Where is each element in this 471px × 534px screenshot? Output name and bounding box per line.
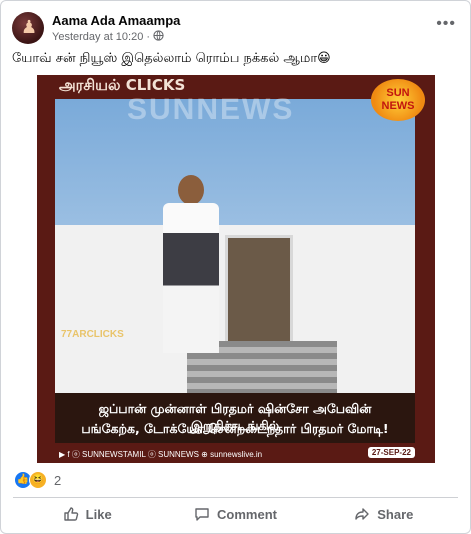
image-person-head bbox=[178, 175, 204, 205]
image-headline-banner: ஜப்பான் முன்னாள் பிரதமர் ஷின்சோ அபேவின் … bbox=[55, 393, 415, 443]
image-watermark: SUNNEWS bbox=[127, 93, 295, 126]
like-button[interactable]: Like bbox=[13, 501, 161, 527]
sun-news-logo: SUN NEWS bbox=[371, 79, 425, 121]
share-icon bbox=[355, 508, 369, 520]
headline-line-2: பங்கேற்க, டோக்யோ சென்றடைந்தார் பிரதமர் ம… bbox=[81, 421, 389, 436]
post-actions: Like Comment Share bbox=[13, 501, 458, 527]
like-label: Like bbox=[85, 506, 112, 522]
comment-label: Comment bbox=[217, 506, 277, 522]
haha-reaction-icon: 😆 bbox=[29, 471, 47, 489]
reaction-count[interactable]: 2 bbox=[54, 473, 61, 488]
image-person-body bbox=[163, 203, 219, 353]
globe-icon[interactable] bbox=[153, 30, 164, 44]
comment-button[interactable]: Comment bbox=[161, 501, 309, 527]
post-card: ♟ Aama Ada Amaampa Yesterday at 10:20 · … bbox=[0, 0, 471, 534]
post-image[interactable]: அரசியல் CLICKS SUNNEWS SUN NEWS 77ARCLIC… bbox=[37, 75, 435, 463]
share-label: Share bbox=[377, 506, 414, 522]
post-meta: Yesterday at 10:20 · bbox=[52, 30, 164, 44]
image-footer: ▶ f ⓞ SUNNEWSTAMIL ⓞ SUNNEWS ⊕ sunnewsli… bbox=[37, 445, 435, 463]
social-handles: ▶ f ⓞ SUNNEWSTAMIL ⓞ SUNNEWS ⊕ sunnewsli… bbox=[59, 450, 263, 459]
action-divider bbox=[13, 497, 458, 498]
reaction-summary[interactable]: 👍 😆 2 bbox=[14, 471, 61, 489]
post-author[interactable]: Aama Ada Amaampa bbox=[52, 13, 180, 28]
image-date: 27-SEP-22 bbox=[367, 447, 415, 458]
side-logo: 77ARCLICKS bbox=[61, 329, 124, 340]
share-button[interactable]: Share bbox=[310, 501, 458, 527]
post-caption: யோவ் சன் நியூஸ் இதெல்லாம் ரொம்ப நக்கல் ஆ… bbox=[12, 51, 331, 66]
post-timestamp[interactable]: Yesterday at 10:20 bbox=[52, 31, 143, 43]
avatar[interactable]: ♟ bbox=[12, 12, 44, 44]
avatar-image: ♟ bbox=[21, 17, 38, 38]
meta-separator: · bbox=[146, 31, 151, 43]
more-options-icon[interactable]: ••• bbox=[436, 15, 456, 33]
like-icon bbox=[63, 507, 78, 521]
comment-icon bbox=[195, 508, 209, 521]
